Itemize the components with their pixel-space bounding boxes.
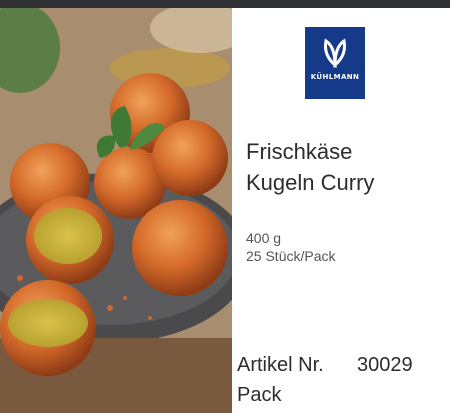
brand-logo: KÜHLMANN	[305, 27, 365, 99]
brand-logo-text: KÜHLMANN	[310, 73, 360, 81]
article-number: 30029	[357, 354, 413, 376]
product-weight: 400 g	[246, 230, 282, 246]
product-pieces: 25 Stück/Pack	[246, 248, 336, 264]
article-label: Artikel Nr.	[237, 354, 324, 376]
product-details: 400 g 25 Stück/Pack	[246, 229, 446, 265]
article-unit: Pack	[237, 384, 282, 406]
product-title-line1: Frischkäse	[246, 139, 353, 164]
product-title-line2: Kugeln Curry	[246, 170, 375, 195]
leaf-logo-icon	[324, 38, 346, 69]
product-title: Frischkäse Kugeln Curry	[246, 136, 446, 198]
article-info: Artikel Nr. 30029 Pack	[237, 350, 447, 410]
product-photo	[0, 8, 232, 413]
